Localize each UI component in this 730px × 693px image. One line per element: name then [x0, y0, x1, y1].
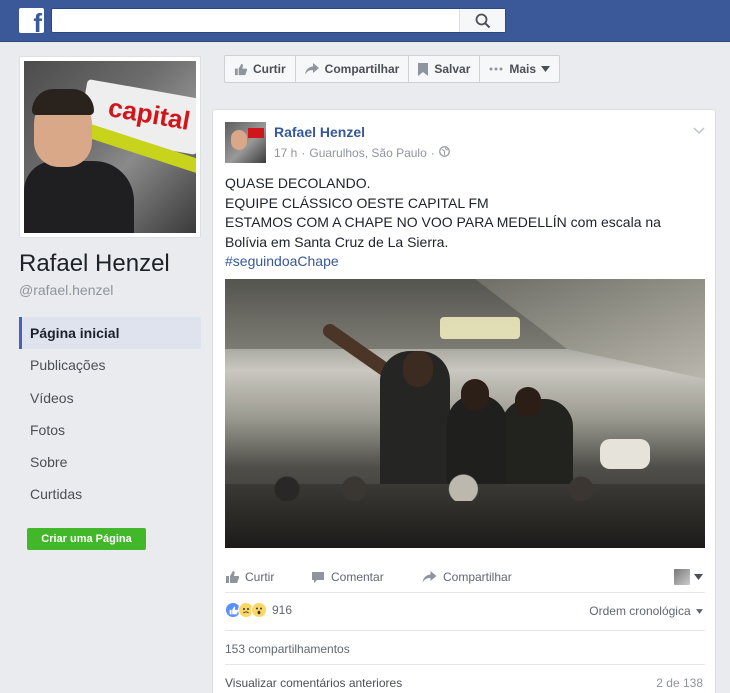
create-page-button[interactable]: Criar uma Página: [27, 528, 146, 550]
nav-item-home[interactable]: Página inicial: [19, 317, 201, 350]
caret-down-icon: [541, 66, 551, 72]
share-arrow-icon: [422, 571, 437, 583]
post-line: EQUIPE CLÁSSICO OESTE CAPITAL FM: [225, 194, 489, 211]
post-line: ESTAMOS COM A CHAPE NO VOO PARA MEDELLÍN…: [225, 214, 661, 250]
shares-count[interactable]: 153 compartilhamentos: [225, 642, 350, 656]
nav-item-videos[interactable]: Vídeos: [19, 382, 201, 414]
search-button[interactable]: [459, 9, 505, 32]
post-body: QUASE DECOLANDO. EQUIPE CLÁSSICO OESTE C…: [225, 174, 705, 272]
thumbs-up-icon: [225, 570, 239, 584]
post-card: Rafael Henzel 17 h · Guarulhos, São Paul…: [212, 109, 716, 693]
top-bar: f: [0, 0, 730, 42]
reactions-summary[interactable]: 916: [225, 602, 292, 618]
share-arrow-icon: [304, 63, 319, 75]
post-location[interactable]: Guarulhos, São Paulo: [309, 146, 426, 160]
caret-down-icon: [694, 574, 703, 580]
post-action-bar: Curtir Comentar Compartilhar: [213, 562, 715, 592]
nav-item-photos[interactable]: Fotos: [19, 414, 201, 446]
like-button[interactable]: Curtir: [225, 562, 274, 592]
post-line: QUASE DECOLANDO.: [225, 175, 371, 191]
post-meta: 17 h · Guarulhos, São Paulo ·: [274, 146, 450, 160]
comment-bubble-icon: [311, 571, 325, 584]
share-page-button[interactable]: Compartilhar: [294, 55, 410, 83]
facebook-logo[interactable]: f: [19, 8, 44, 33]
post-author-avatar[interactable]: [225, 122, 266, 163]
page-nav: Página inicial Publicações Vídeos Fotos …: [19, 317, 201, 511]
comment-order-dropdown[interactable]: Ordem cronológica: [589, 604, 703, 618]
share-button[interactable]: Compartilhar: [422, 562, 512, 592]
comment-button[interactable]: Comentar: [311, 562, 384, 592]
page-action-bar: Curtir Compartilhar Salvar Mais: [224, 55, 561, 83]
more-button[interactable]: Mais: [479, 55, 561, 83]
page-title[interactable]: Rafael Henzel: [19, 250, 170, 278]
hashtag-link[interactable]: #seguindoaChape: [225, 252, 705, 272]
profile-picture[interactable]: capital: [19, 56, 201, 238]
reactions-count[interactable]: 916: [272, 603, 292, 617]
view-previous-comments-link[interactable]: Visualizar comentários anteriores: [225, 676, 402, 690]
post-time[interactable]: 17 h: [274, 146, 297, 160]
page-handle[interactable]: @rafael.henzel: [19, 282, 113, 298]
divider: [225, 592, 705, 593]
ellipsis-icon: [489, 67, 503, 71]
viewer-avatar: [674, 569, 690, 585]
wow-reaction-icon: [251, 602, 267, 618]
caret-down-icon: [696, 609, 703, 615]
chevron-down-icon[interactable]: [693, 124, 705, 138]
save-page-button[interactable]: Salvar: [408, 55, 481, 83]
nav-item-about[interactable]: Sobre: [19, 446, 201, 478]
search-icon: [475, 13, 491, 29]
thumbs-up-icon: [234, 63, 247, 76]
post-as-selector[interactable]: [674, 562, 703, 592]
like-page-button[interactable]: Curtir: [224, 55, 296, 83]
nav-item-posts[interactable]: Publicações: [19, 349, 201, 381]
divider: [225, 630, 705, 631]
bookmark-icon: [418, 62, 429, 76]
profile-photo: capital: [24, 61, 196, 233]
divider: [225, 664, 705, 665]
comments-page-count: 2 de 138: [656, 676, 703, 690]
search-input[interactable]: [51, 8, 506, 33]
nav-item-likes[interactable]: Curtidas: [19, 478, 201, 510]
post-author-name[interactable]: Rafael Henzel: [274, 124, 365, 140]
globe-icon[interactable]: [438, 146, 450, 160]
post-photo[interactable]: [225, 279, 705, 548]
